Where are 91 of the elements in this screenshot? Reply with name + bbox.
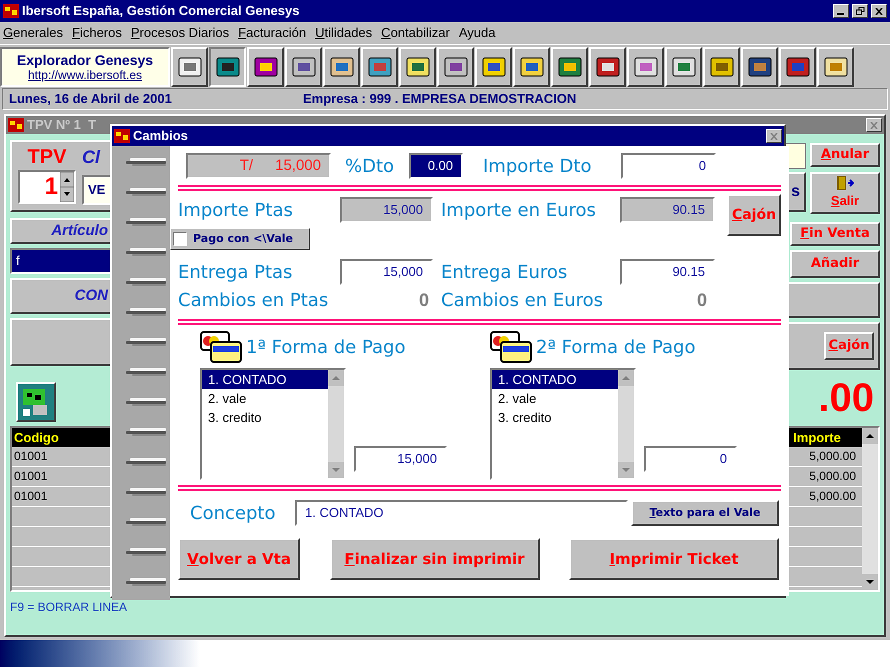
tpv-label: TPV [28,145,66,170]
scrollbar[interactable] [618,370,634,478]
importe-euros-field[interactable]: 90.15 [620,197,715,223]
cards-icon [490,331,532,363]
explorer-title: Explorador Genesys [16,52,154,68]
concepto-field[interactable]: 1. CONTADO [295,500,628,526]
app-logo-icon [114,129,130,143]
payment-form-title: 2ª Forma de Pago [536,336,696,360]
close-button[interactable] [766,129,782,143]
table-cell-text: 01001 [13,468,48,485]
concepto-label: Concepto [190,502,276,526]
menu-item[interactable]: Utilidades [315,23,372,43]
scroll-down-icon [328,462,344,478]
app-logo-icon [8,118,24,132]
list-option[interactable]: 1. CONTADO [202,370,328,389]
spin-arrows-icon [60,172,74,202]
tpv-spinner[interactable]: 1 [18,170,76,204]
scroll-up-icon [618,370,634,386]
website-link[interactable]: http://www.ibersoft.es [28,68,142,82]
payment-form-title: 1ª Forma de Pago [246,336,406,360]
door-icon [836,175,854,192]
entrega-ptas-label: Entrega Ptas [178,260,294,284]
cards-icon [200,331,242,363]
entrega-euros-field[interactable]: 90.15 [620,259,715,285]
circuit-button[interactable] [16,382,56,422]
close-icon [875,8,883,14]
column-header: Codigo [13,429,60,447]
dto-label: %Dto [345,154,396,178]
texto-vale-button[interactable]: Texto para el Vale [631,500,779,526]
menu-item[interactable]: Procesos Diarios [130,23,230,43]
shortcut-hint: F9 = BORRAR LINEA [10,599,128,616]
client-field[interactable]: VE [82,175,112,205]
menu-item[interactable]: Contabilizar [381,23,450,43]
close-button[interactable] [866,118,882,132]
total-amount: .00 [818,375,875,422]
concept-label: CON [74,286,108,306]
minimize-button[interactable] [833,4,849,18]
checkbox-square[interactable] [173,232,187,246]
menu-item[interactable]: Facturación [238,23,306,43]
restore-icon [856,7,864,15]
dialog-title: Cambios [133,127,189,146]
total-prefix: T/ [240,156,254,176]
list-option[interactable]: 3. credito [492,408,618,427]
table-cell-text: 5,000.00 [808,448,857,465]
table-cell-text: 01001 [13,488,48,505]
company-name: Empresa : 999 . EMPRESA DEMOSTRACION [303,90,576,108]
scrollbar[interactable] [862,428,878,590]
total-value: 15,000 [275,156,321,176]
column-header: Importe [792,429,842,447]
entrega-euros-label: Entrega Euros [441,260,568,284]
list-option[interactable]: 2. vale [202,389,328,408]
scrollbar[interactable] [328,370,344,478]
scroll-down-icon [618,462,634,478]
list-option[interactable]: 3. credito [202,408,328,427]
importe-dto-field[interactable]: 0 [621,153,716,179]
cambios-euros-value: 0 [696,288,708,312]
menu-item[interactable]: Ficheros [72,23,122,43]
importe-euros-label: Importe en Euros [441,198,597,222]
importe-ptas-label: Importe Ptas [178,198,294,222]
amount-field[interactable]: 15,000 [354,446,447,472]
restore-button[interactable] [852,4,868,18]
vale-checkbox-label: Pago con <\Vale [193,230,293,247]
current-date: Lunes, 16 de Abril de 2001 [8,90,173,108]
client-label: Cl [82,146,102,169]
list-option[interactable]: 2. vale [492,389,618,408]
table-cell-text: 01001 [13,448,48,465]
table-cell-text: 5,000.00 [808,488,857,505]
close-icon [870,122,878,128]
amount-field[interactable]: 0 [644,446,737,472]
cambios-ptas-value: 0 [418,288,430,312]
importe-ptas-field[interactable]: 15,000 [340,197,433,223]
menu-item[interactable]: Generales [3,23,63,43]
window-title: Ibersoft España, Gestión Comercial Genesys [22,2,300,20]
scroll-up-icon [328,370,344,386]
vale-checkbox[interactable]: Pago con <\Vale [170,228,310,250]
entrega-ptas-field[interactable]: 15,000 [340,259,433,285]
importe-dto-label: Importe Dto [483,154,592,178]
tpv-window-title: TPV Nº 1 T [27,116,98,134]
menu-item[interactable]: Ayuda [458,23,496,43]
payment-listbox[interactable]: 1. CONTADO 2. vale 3. credito [200,368,346,480]
payment-listbox[interactable]: 1. CONTADO 2. vale 3. credito [490,368,636,480]
table-cell-text: 5,000.00 [808,468,857,485]
toolbar-button[interactable] [209,46,246,86]
article-label: Artículo [51,220,108,241]
dto-field[interactable]: 0.00 [409,153,463,179]
close-button[interactable] [871,4,887,18]
list-option[interactable]: 1. CONTADO [492,370,618,389]
close-icon [770,132,778,140]
app-logo-icon [3,4,19,18]
cambios-euros-label: Cambios en Euros [441,288,604,312]
cambios-ptas-label: Cambios en Ptas [178,288,330,312]
